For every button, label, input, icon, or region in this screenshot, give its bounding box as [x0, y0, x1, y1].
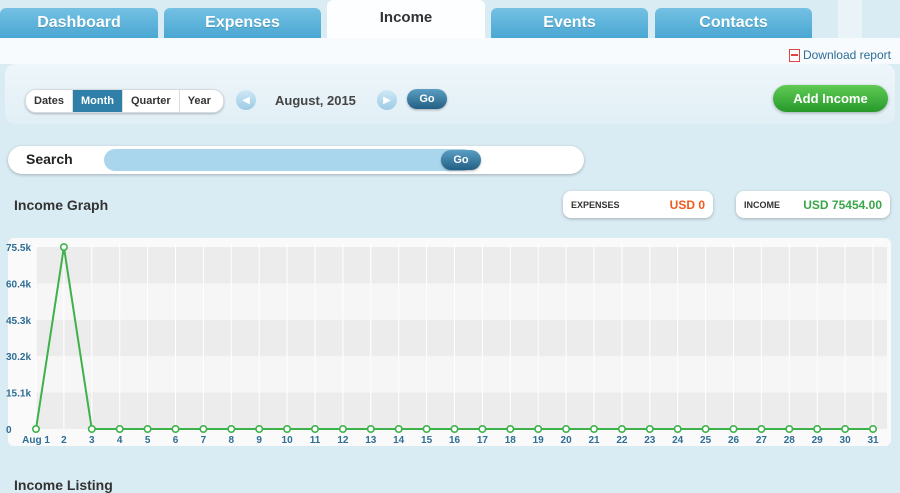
income-summary: INCOME USD 75454.00	[736, 191, 890, 218]
download-report-label: Download report	[802, 48, 891, 62]
tab-contacts[interactable]: Contacts	[655, 8, 812, 38]
expenses-summary-value: USD 0	[669, 197, 705, 212]
pdf-icon	[788, 48, 800, 62]
tab-dashboard[interactable]: Dashboard	[0, 8, 158, 38]
income-listing-title: Income Listing	[14, 477, 113, 493]
tab-bar: Dashboard Expenses Income Events Contact…	[0, 0, 900, 38]
download-report-link[interactable]: Download report	[788, 48, 891, 62]
period-quarter-button[interactable]: Quarter	[123, 90, 180, 112]
tab-bar-edge	[838, 0, 862, 38]
period-selector: Dates Month Quarter Year	[25, 89, 224, 113]
search-bar: Search Go	[8, 146, 584, 174]
chevron-right-icon: ▶	[383, 94, 391, 106]
expenses-summary: EXPENSES USD 0	[563, 191, 713, 218]
period-month-button[interactable]: Month	[72, 90, 123, 112]
income-summary-value: USD 75454.00	[803, 197, 882, 212]
expenses-summary-label: EXPENSES	[571, 199, 620, 210]
content-top-strip	[0, 38, 900, 64]
income-summary-label: INCOME	[744, 199, 780, 210]
tab-events[interactable]: Events	[491, 8, 648, 38]
chevron-left-icon: ◀	[242, 94, 250, 106]
period-go-button[interactable]: Go	[407, 89, 447, 109]
search-label: Search	[26, 151, 73, 167]
income-graph-title: Income Graph	[14, 197, 109, 213]
current-period: August, 2015	[275, 93, 356, 108]
next-period-button[interactable]: ▶	[377, 90, 397, 110]
period-dates-button[interactable]: Dates	[26, 90, 73, 112]
search-input[interactable]	[104, 149, 474, 171]
income-chart-panel	[8, 238, 891, 446]
previous-period-button[interactable]: ◀	[236, 90, 256, 110]
tab-expenses[interactable]: Expenses	[164, 8, 321, 38]
tab-income[interactable]: Income	[327, 0, 485, 38]
period-year-button[interactable]: Year	[180, 90, 223, 112]
search-go-button[interactable]: Go	[441, 150, 481, 170]
add-income-button[interactable]: Add Income	[773, 85, 888, 112]
